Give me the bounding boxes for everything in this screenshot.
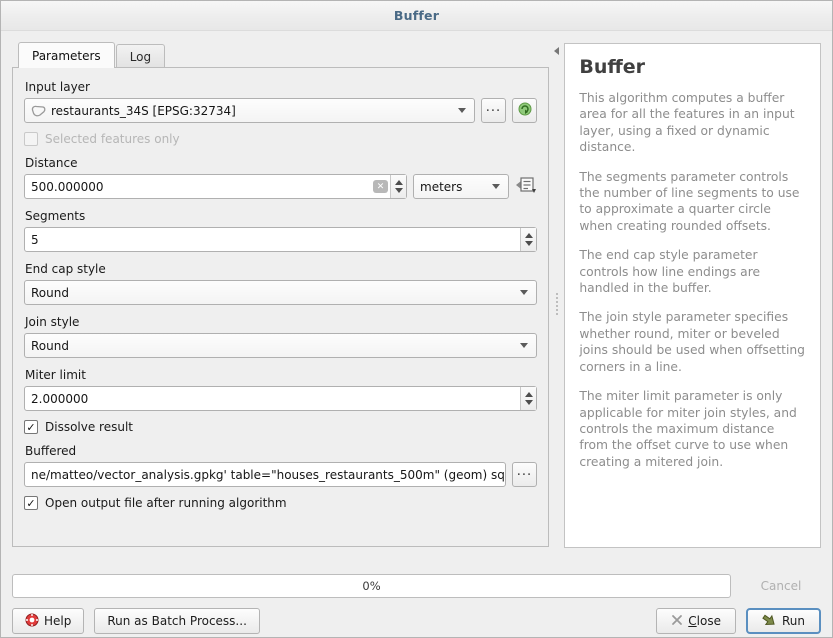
cancel-button: Cancel [741,574,821,598]
segments-value: 5 [31,233,520,247]
selected-features-only-checkbox[interactable] [24,132,38,146]
run-button-label: Run [782,614,805,628]
open-output-checkbox[interactable]: ✓ [24,496,38,510]
chevron-down-icon [520,290,528,295]
run-arrow-icon [762,613,777,630]
help-title: Buffer [579,56,806,78]
dissolve-result-label: Dissolve result [45,420,133,434]
buffered-output-value: ne/matteo/vector_analysis.gpkg' table="h… [31,468,506,482]
help-button[interactable]: Help [12,608,84,634]
panel-splitter[interactable] [549,43,564,567]
help-paragraph: The join style parameter specifies wheth… [579,309,806,375]
close-button-label: Close [688,614,721,628]
close-button-rest: lose [697,614,721,628]
spinner-down-icon[interactable] [525,400,533,405]
open-output-label: Open output file after running algorithm [45,496,287,510]
run-as-batch-button[interactable]: Run as Batch Process... [94,608,260,634]
join-style-combo[interactable]: Round [24,333,537,358]
collapse-left-icon[interactable] [554,47,559,55]
dissolve-result-row[interactable]: ✓ Dissolve result [24,420,537,434]
splitter-grip[interactable] [556,293,558,315]
input-layer-row: restaurants_34S [EPSG:32734] ... [24,98,537,123]
chevron-down-icon [520,343,528,348]
join-style-label: Join style [25,315,537,329]
miter-limit-spinner[interactable] [520,387,536,410]
selected-features-only-row[interactable]: Selected features only [24,132,537,146]
spinner-down-icon[interactable] [395,188,403,193]
spinner-up-icon[interactable] [395,180,403,185]
distance-units-value: meters [420,180,462,194]
distance-row: 500.000000 ✕ meters [24,174,537,199]
polygon-layer-icon [31,105,46,117]
chevron-down-icon [458,108,466,113]
miter-limit-label: Miter limit [25,368,537,382]
progress-row: 0% Cancel [12,573,821,599]
end-cap-style-value: Round [31,286,69,300]
cancel-button-label: Cancel [761,579,802,593]
spinner-up-icon[interactable] [525,392,533,397]
selected-features-only-label: Selected features only [45,132,180,146]
buffer-dialog: Buffer Parameters Log Input layer [0,0,833,638]
distance-input[interactable]: 500.000000 ✕ [24,174,407,199]
data-defined-override-icon[interactable] [515,175,537,198]
input-layer-combo[interactable]: restaurants_34S [EPSG:32734] [24,98,475,123]
parameters-pane: Parameters Log Input layer [12,43,549,567]
buffered-browse-button[interactable]: ... [512,462,537,487]
run-button[interactable]: Run [746,608,821,634]
spinner-down-icon[interactable] [525,241,533,246]
distance-spinner[interactable] [390,175,406,198]
tab-log-label: Log [130,50,151,64]
tab-parameters-label: Parameters [32,49,101,63]
help-paragraph: The end cap style parameter controls how… [579,247,806,296]
refresh-green-icon [517,101,533,120]
tab-log[interactable]: Log [116,44,165,68]
action-buttons-row: Help Run as Batch Process... Close [12,608,821,634]
dissolve-result-checkbox[interactable]: ✓ [24,420,38,434]
help-paragraph: The miter limit parameter is only applic… [579,388,806,470]
join-style-value: Round [31,339,69,353]
chevron-down-icon [492,184,500,189]
clear-x-icon[interactable]: ✕ [373,180,388,193]
input-layer-label: Input layer [25,80,537,94]
tab-parameters[interactable]: Parameters [18,42,115,68]
dialog-footer: 0% Cancel Help Run as Batch Process... [1,569,832,637]
segments-input[interactable]: 5 [24,227,537,252]
close-x-icon [671,614,683,629]
segments-spinner[interactable] [520,228,536,251]
help-paragraph: The segments parameter controls the numb… [579,169,806,235]
help-paragraph: This algorithm computes a buffer area fo… [579,90,806,156]
algorithm-help-panel: Buffer This algorithm computes a buffer … [564,43,821,548]
end-cap-style-combo[interactable]: Round [24,280,537,305]
input-layer-browse-label: ... [486,105,501,111]
miter-limit-input[interactable]: 2.000000 [24,386,537,411]
end-cap-style-label: End cap style [25,262,537,276]
distance-units-combo[interactable]: meters [413,174,509,199]
segments-label: Segments [25,209,537,223]
dialog-title: Buffer [394,8,439,23]
input-layer-browse-button[interactable]: ... [481,98,506,123]
buffered-output-input[interactable]: ne/matteo/vector_analysis.gpkg' table="h… [24,462,506,487]
spinner-up-icon[interactable] [525,233,533,238]
lifebuoy-icon [25,613,39,630]
run-as-batch-label: Run as Batch Process... [107,614,247,628]
iterate-button[interactable] [512,98,537,123]
buffered-browse-label: ... [517,469,532,475]
dialog-body: Parameters Log Input layer [1,31,832,567]
distance-value: 500.000000 [31,180,373,194]
dialog-titlebar: Buffer [1,1,832,31]
buffered-row: ne/matteo/vector_analysis.gpkg' table="h… [24,462,537,487]
progress-bar: 0% [12,574,731,598]
parameters-panel: Input layer restaurants_34S [EPSG:32734] [12,67,549,547]
miter-limit-value: 2.000000 [31,392,520,406]
tab-bar: Parameters Log [12,43,549,68]
buffered-label: Buffered [25,444,537,458]
progress-percent-label: 0% [362,579,380,593]
open-output-row[interactable]: ✓ Open output file after running algorit… [24,496,537,510]
input-layer-value: restaurants_34S [EPSG:32734] [51,104,236,118]
help-button-label: Help [44,614,71,628]
distance-label: Distance [25,156,537,170]
close-button[interactable]: Close [656,608,736,634]
